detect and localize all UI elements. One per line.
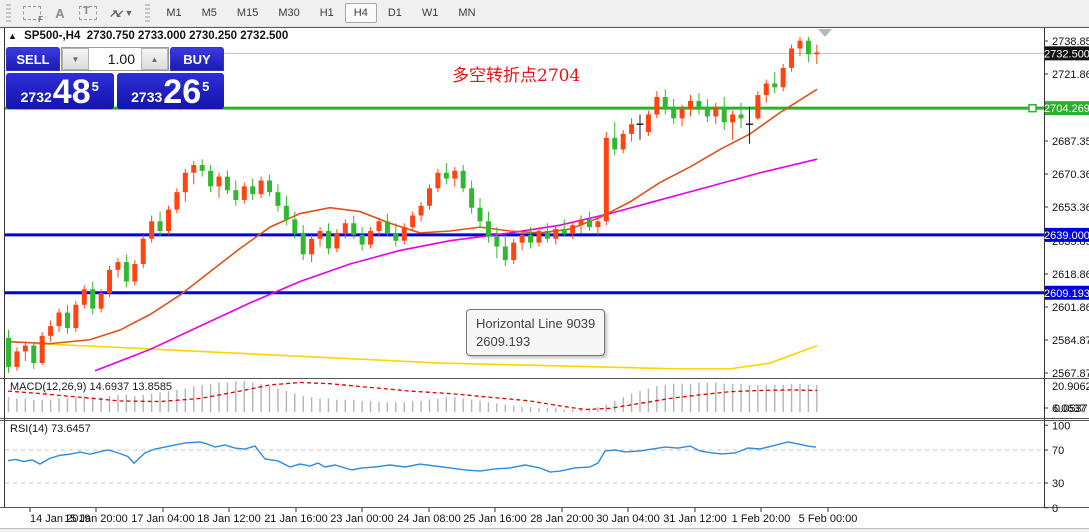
price-axis-label: 2653.365	[1052, 202, 1089, 214]
price-badge: 2704.269	[1044, 103, 1089, 115]
time-axis-label: 21 Jan 16:00	[264, 513, 328, 525]
mt4-terminal: F A T ↗↙ ▼ M1M5M15M30H1H4D1W1MN 2738.855…	[0, 0, 1089, 532]
rsi-indicator-label: RSI(14) 73.6457	[10, 423, 91, 435]
timeframe-buttons: M1 M5 M15 M30 H1 H4 D1 W1 MN	[156, 3, 485, 23]
svg-text:100: 100	[1052, 420, 1070, 432]
time-axis-label: 17 Jan 04:00	[131, 513, 195, 525]
object-tooltip: Horizontal Line 9039 2609.193	[466, 309, 606, 357]
boxed-t-icon: T	[79, 5, 97, 20]
volume-increase-button[interactable]: ▲	[141, 48, 168, 70]
price-axis-label: 2601.865	[1052, 302, 1089, 314]
collapse-triangle-icon[interactable]: ▲	[8, 31, 17, 41]
svg-text:70: 70	[1052, 445, 1064, 457]
time-axis-label: 28 Jan 20:00	[530, 513, 594, 525]
timeframe-button-m30[interactable]: M30	[269, 3, 308, 23]
horizontal-lines[interactable]	[5, 103, 1044, 295]
chart-window: 2738.855 2721.860 2687.355 2670.360 2653.365…	[0, 27, 1089, 529]
tooltip-title: Horizontal Line 9039	[476, 316, 596, 331]
ohlc-values: 2730.750 2733.000 2730.250 2732.500	[86, 30, 289, 42]
text-box-tool-button[interactable]: T	[73, 2, 103, 24]
symbol-period: SP500-,H4	[24, 30, 81, 42]
svg-text:0: 0	[1052, 503, 1058, 515]
price-badge: 2639.000	[1044, 230, 1089, 242]
time-axis-label: 1 Feb 20:00	[732, 513, 791, 525]
timeframe-button-w1[interactable]: W1	[413, 3, 448, 23]
ma-mid-line	[94, 158, 818, 372]
price-badge: 2732.500	[1044, 48, 1089, 60]
chart-title: ▲ SP500-,H4 2730.750 2733.000 2730.250 2…	[8, 30, 288, 42]
toolbar: F A T ↗↙ ▼ M1 M5 M15 M30 H1 H4 D1 W1 MN	[0, 0, 1089, 27]
price-axis-label: 2738.855	[1052, 36, 1089, 48]
scroll-end-marker-icon[interactable]	[818, 29, 832, 37]
time-axis-label: 31 Jan 12:00	[663, 513, 727, 525]
time-axis-label: 15 Jan 20:00	[64, 513, 128, 525]
price-axis-label: 2687.355	[1052, 136, 1089, 148]
timeframe-button-h1[interactable]: H1	[311, 3, 343, 23]
crosshair-grid-tool-button[interactable]: F	[17, 2, 47, 24]
buy-button[interactable]: BUY	[170, 47, 224, 71]
time-axis-label: 23 Jan 00:00	[330, 513, 394, 525]
chevron-down-icon: ▼	[124, 8, 134, 18]
macd-indicator-label: MACD(12,26,9) 14.6937 13.8585	[10, 381, 173, 393]
time-axis-label: 18 Jan 12:00	[197, 513, 261, 525]
time-axis-label: 30 Jan 04:00	[596, 513, 660, 525]
price-axis[interactable]: 2738.855 2721.860 2687.355 2670.360 2653.365…	[1044, 36, 1089, 380]
dashed-grid-icon: F	[23, 6, 43, 24]
price-axis-label: 2618.860	[1052, 269, 1089, 281]
price-axis-label: 2584.870	[1052, 335, 1089, 347]
timeframe-button-m1[interactable]: M1	[157, 3, 190, 23]
timeframe-button-m15[interactable]: M15	[228, 3, 267, 23]
volume-decrease-button[interactable]: ▼	[62, 48, 89, 70]
time-axis[interactable]: 14 Jan 201915 Jan 20:00 17 Jan 04:00 18 Ja…	[29, 508, 858, 525]
price-axis-label: 2721.860	[1052, 69, 1089, 81]
chart-annotation-text: 多空转折点2704	[452, 66, 581, 86]
timeframe-button-mn[interactable]: MN	[449, 3, 484, 23]
indicator-scales: 20.90626.06370.053710070300	[1044, 381, 1089, 515]
timeframe-button-h4[interactable]: H4	[344, 3, 377, 23]
arrows-icon: ↗↙	[109, 7, 125, 20]
timeframe-button-d1[interactable]: D1	[379, 3, 411, 23]
price-axis-label: 2567.875	[1052, 368, 1089, 380]
rsi-pane[interactable]	[5, 441, 1044, 484]
sell-button[interactable]: SELL	[6, 47, 60, 71]
time-axis-label: 5 Feb 00:00	[799, 513, 858, 525]
price-badge: 2609.193	[1044, 288, 1089, 300]
letter-a-icon: A	[55, 5, 65, 21]
text-label-tool-button[interactable]: A	[47, 2, 73, 24]
svg-text:20.9062: 20.9062	[1052, 381, 1089, 393]
svg-text:0.0537: 0.0537	[1054, 403, 1088, 415]
time-axis-label: 25 Jan 16:00	[463, 513, 527, 525]
buy-price[interactable]: 2733 26 5	[116, 73, 224, 109]
one-click-trading-panel: SELL ▼ 1.00 ▲ BUY 2732 48 5 2733 26 5	[6, 47, 224, 109]
volume-value[interactable]: 1.00	[89, 48, 141, 70]
svg-text:30: 30	[1052, 478, 1064, 490]
toolbar-grip[interactable]	[145, 4, 151, 22]
timeframe-button-m5[interactable]: M5	[193, 3, 226, 23]
tooltip-value: 2609.193	[476, 333, 531, 349]
arrow-objects-tool-button[interactable]: ↗↙ ▼	[103, 2, 139, 24]
price-axis-label: 2670.360	[1052, 169, 1089, 181]
time-axis-label: 24 Jan 08:00	[397, 513, 461, 525]
sell-price[interactable]: 2732 48 5	[6, 73, 114, 109]
toolbar-grip[interactable]	[6, 4, 11, 22]
volume-box: ▼ 1.00 ▲	[61, 47, 169, 71]
ma-slow-line	[34, 342, 818, 370]
